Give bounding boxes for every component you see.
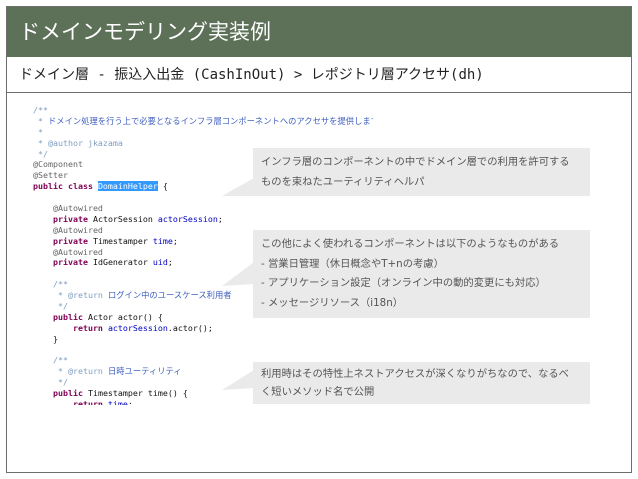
code-token: */ (33, 301, 68, 312)
code-token: time (152, 235, 173, 246)
callout-2-line-4: - メッセージリソース（i18n） (261, 296, 404, 309)
code-token: public (33, 311, 88, 322)
callout-2-line-3: - アプリケーション設定（オンライン中の動的変更にも対応） (261, 277, 546, 289)
code-token: * (33, 126, 43, 137)
code-token: IdGenerator (92, 257, 153, 268)
code-token: /** (33, 279, 68, 290)
code-token: private (33, 235, 93, 246)
code-token: DomainHelper (97, 181, 158, 192)
code-token: @Autowired (33, 203, 103, 214)
code-line: * (33, 127, 373, 138)
code-token: private (33, 213, 93, 224)
code-token: ActorSession (92, 213, 158, 224)
code-token: public class (33, 181, 98, 192)
code-token: Actor actor() { (87, 311, 163, 322)
code-token: actorSession (107, 322, 168, 333)
code-token: * (33, 115, 48, 126)
code-token: ログイン中のユースケース利用者 (107, 290, 232, 301)
callout-tail-1 (222, 178, 254, 196)
callout-helper-description: インフラ層のコンポーネントの中でドメイン層での利用を許可する ものを束ねたユーテ… (253, 148, 590, 196)
code-token: * @return (33, 366, 108, 377)
code-token: ; (217, 213, 223, 224)
callout-2-line-2: - 営業日管理（休日概念やT+nの考慮） (261, 257, 444, 270)
code-token: private (33, 257, 93, 268)
code-token: Timestamper (92, 235, 153, 246)
code-token: return (33, 322, 108, 333)
code-token: ; (127, 399, 133, 405)
callout-3-line-1: 利用時はその特性上ネストアクセスが深くなりがちなので、なるべ (261, 368, 569, 380)
code-token: { (157, 181, 168, 192)
code-token: @Autowired (33, 224, 103, 235)
code-line: * @author jkazama (33, 138, 373, 149)
code-token: .actor(); (167, 322, 213, 333)
code-token: ; (172, 235, 178, 246)
code-token: * @return (33, 290, 108, 301)
code-token: 日時ユーティリティ (107, 366, 182, 377)
code-token: actorSession (157, 213, 218, 224)
code-token: @Autowired (33, 246, 103, 257)
code-token: @Component (33, 159, 83, 170)
code-token: uid (152, 257, 168, 268)
code-token: /** (33, 105, 48, 115)
callout-tail-3 (222, 370, 254, 390)
code-token: return (33, 399, 108, 405)
code-token: * @author jkazama (33, 137, 123, 148)
code-line: } (33, 334, 373, 345)
code-line: private ActorSession actorSession; (33, 214, 373, 225)
slide-title: ドメインモデリング実装例 (7, 7, 631, 57)
code-token: ドメイン処理を行う上で必要となるインフラ層コンポーネントへのアクセサを提供します… (48, 115, 373, 126)
code-line: /** (33, 105, 373, 116)
code-token: /** (33, 355, 68, 366)
code-line: * ドメイン処理を行う上で必要となるインフラ層コンポーネントへのアクセサを提供し… (33, 116, 373, 127)
callout-short-method-names: 利用時はその特性上ネストアクセスが深くなりがちなので、なるべ く短いメソッド名で… (253, 362, 590, 404)
breadcrumb: ドメイン層 - 振込入出金 (CashInOut) > レポジトリ層アクセサ(d… (7, 57, 631, 93)
callout-tail-2 (222, 262, 254, 286)
code-token: @Setter (33, 170, 68, 181)
code-token: time (107, 399, 128, 405)
callout-1-line-1: インフラ層のコンポーネントの中でドメイン層での利用を許可する (261, 156, 570, 168)
code-line: return actorSession.actor(); (33, 323, 373, 334)
callout-1-line-2: ものを束ねたユーティリティヘルパ (261, 175, 425, 188)
callout-common-components: この他によく使われるコンポーネントは以下のようなものがある - 営業日管理（休日… (253, 230, 590, 318)
code-token: */ (33, 377, 68, 388)
callout-3-line-2: く短いメソッド名で公開 (261, 386, 375, 398)
callout-2-line-1: この他によく使われるコンポーネントは以下のようなものがある (261, 238, 560, 250)
code-token: ; (167, 257, 173, 268)
code-token: Timestamper time() { (87, 388, 188, 399)
code-token: */ (33, 148, 48, 159)
code-line: @Autowired (33, 203, 373, 214)
code-token: public (33, 388, 88, 399)
code-token: } (33, 333, 58, 344)
